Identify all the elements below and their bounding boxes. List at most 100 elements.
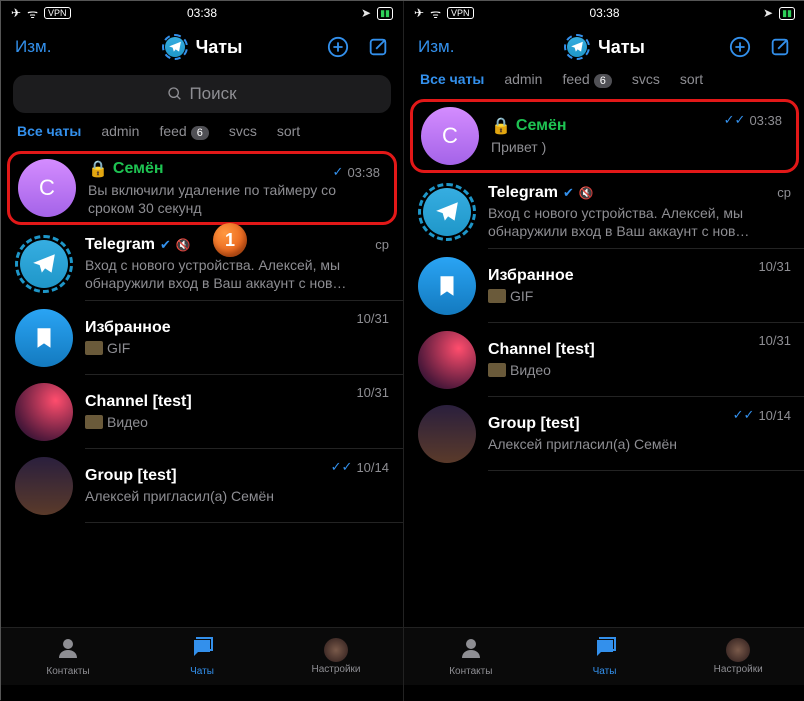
avatar xyxy=(15,457,73,515)
chat-name: Семён xyxy=(113,160,164,178)
chat-time: 10/31 xyxy=(356,385,389,400)
avatar: С xyxy=(18,159,76,217)
chat-time: 10/14 xyxy=(356,460,389,475)
chat-name: Избранное xyxy=(488,267,574,285)
chat-preview: Алексей пригласил(а) Семён xyxy=(488,436,677,452)
chat-row-group[interactable]: Group [test] Алексей пригласил(а) Семён ✓✓… xyxy=(404,397,804,471)
single-tick-icon: ✓ xyxy=(333,164,344,180)
chat-meta: ✓✓10/14 xyxy=(331,459,389,475)
chat-preview: Вход с нового устройства. Алексей, мы об… xyxy=(488,205,749,239)
folder-admin[interactable]: admin xyxy=(101,123,139,139)
avatar xyxy=(15,383,73,441)
tab-settings[interactable]: Настройки xyxy=(671,628,804,685)
contacts-icon xyxy=(459,636,483,664)
folder-sort[interactable]: sort xyxy=(680,71,703,87)
bottom-tab-bar: Контакты Чаты Настройки xyxy=(404,627,804,685)
chat-time: 03:38 xyxy=(749,113,782,128)
status-bar: ✈ ᯤ VPN 03:38 ➤ ▮▮ xyxy=(404,1,804,23)
contacts-icon xyxy=(56,636,80,664)
folder-all[interactable]: Все чаты xyxy=(420,71,484,87)
chat-row-saved[interactable]: Избранное GIF 10/31 xyxy=(404,249,804,323)
folder-feed[interactable]: feed6 xyxy=(159,123,208,139)
folder-feed[interactable]: feed6 xyxy=(562,71,611,87)
avatar xyxy=(418,257,476,315)
tab-contacts[interactable]: Контакты xyxy=(404,628,538,685)
telegram-logo-icon xyxy=(564,34,590,60)
avatar xyxy=(418,331,476,389)
search-placeholder: Поиск xyxy=(189,84,236,104)
chat-row-telegram[interactable]: Telegram ✔ 🔇 Вход с нового устройства. Ал… xyxy=(404,175,804,249)
avatar xyxy=(418,405,476,463)
avatar xyxy=(15,235,73,293)
search-input[interactable]: Поиск xyxy=(13,75,391,113)
chat-name: Group [test] xyxy=(488,415,580,433)
tab-contacts[interactable]: Контакты xyxy=(1,628,135,685)
chat-row-semen[interactable]: С🔒СемёнПривет )✓✓03:38 xyxy=(410,99,799,173)
chat-name: Group [test] xyxy=(85,467,177,485)
chat-row-saved[interactable]: ИзбранноеGIF10/31 xyxy=(1,301,403,375)
chat-time: ср xyxy=(375,237,389,252)
chat-name: Telegram xyxy=(85,236,155,254)
double-tick-icon: ✓✓ xyxy=(724,112,746,128)
search-icon xyxy=(167,86,183,102)
chat-preview: GIF xyxy=(107,340,130,356)
status-bar: ✈ ᯤ VPN 03:38 ➤ ▮▮ xyxy=(1,1,403,23)
chat-list[interactable]: С🔒СемёнВы включили удаление по таймеру с… xyxy=(1,151,403,523)
tab-settings[interactable]: Настройки xyxy=(269,628,403,685)
nav-header: Изм. Чаты xyxy=(1,23,403,71)
media-thumb xyxy=(85,415,103,429)
verified-icon: ✔ xyxy=(563,185,574,201)
folder-tabs: Все чаты admin feed6 svcs sort xyxy=(1,123,403,149)
lock-icon: 🔒 xyxy=(88,159,108,179)
chat-meta: ✓✓10/14 xyxy=(733,407,791,423)
double-tick-icon: ✓✓ xyxy=(733,407,755,423)
folder-sort[interactable]: sort xyxy=(277,123,300,139)
chat-time: ср xyxy=(777,185,791,200)
page-title: Чаты xyxy=(598,37,645,58)
folder-all[interactable]: Все чаты xyxy=(17,123,81,139)
chat-list[interactable]: С🔒СемёнПривет )✓✓03:38Telegram ✔ 🔇Вход с… xyxy=(404,99,804,471)
chat-row-channel[interactable]: Channel [test] Видео 10/31 xyxy=(1,375,403,449)
chat-row-semen[interactable]: С🔒СемёнВы включили удаление по таймеру с… xyxy=(7,151,397,225)
double-tick-icon: ✓✓ xyxy=(331,459,353,475)
chat-preview: Видео xyxy=(510,362,551,378)
right-screenshot: ✈ ᯤ VPN 03:38 ➤ ▮▮ Изм. Чаты xyxy=(403,1,804,701)
nav-header: Изм. Чаты xyxy=(404,23,804,71)
page-title: Чаты xyxy=(196,37,243,58)
chat-time: 10/14 xyxy=(758,408,791,423)
chat-name: Семён xyxy=(516,117,567,135)
folder-admin[interactable]: admin xyxy=(504,71,542,87)
chat-preview: GIF xyxy=(510,288,533,304)
chat-meta: 10/31 xyxy=(758,259,791,274)
chat-preview: Алексей пригласил(а) Семён xyxy=(85,488,274,504)
chat-meta: ср xyxy=(777,185,791,200)
settings-avatar-icon xyxy=(726,638,750,662)
folder-svcs[interactable]: svcs xyxy=(229,123,257,139)
chat-meta: ср xyxy=(375,237,389,252)
tab-chats[interactable]: Чаты xyxy=(538,628,672,685)
folder-svcs[interactable]: svcs xyxy=(632,71,660,87)
telegram-logo-icon xyxy=(162,34,188,60)
verified-icon: ✔ xyxy=(160,237,171,253)
location-icon: ➤ xyxy=(361,6,371,20)
lock-icon: 🔒 xyxy=(491,116,511,136)
chat-meta: 10/31 xyxy=(356,311,389,326)
chat-name: Channel [test] xyxy=(85,393,192,411)
chat-preview: Вход с нового устройства. Алексей, мы об… xyxy=(85,257,346,291)
chat-meta: ✓✓03:38 xyxy=(724,112,782,128)
chat-preview: Видео xyxy=(107,414,148,430)
chat-name: Telegram xyxy=(488,184,558,202)
chat-row-channel[interactable]: Channel [test]Видео10/31 xyxy=(404,323,804,397)
chat-row-telegram[interactable]: Telegram ✔ 🔇Вход с нового устройства. Ал… xyxy=(1,227,403,301)
tab-chats[interactable]: Чаты xyxy=(135,628,269,685)
location-icon: ➤ xyxy=(763,6,773,20)
muted-icon: 🔇 xyxy=(579,186,594,200)
chat-meta: ✓03:38 xyxy=(333,164,380,180)
chat-meta: 10/31 xyxy=(356,385,389,400)
chats-icon xyxy=(592,636,618,664)
clock: 03:38 xyxy=(404,6,804,20)
avatar xyxy=(15,309,73,367)
chat-row-group[interactable]: Group [test] Алексей пригласил(а) Семён ✓✓… xyxy=(1,449,403,523)
chat-time: 10/31 xyxy=(758,333,791,348)
chat-preview: Привет ) xyxy=(491,139,546,155)
